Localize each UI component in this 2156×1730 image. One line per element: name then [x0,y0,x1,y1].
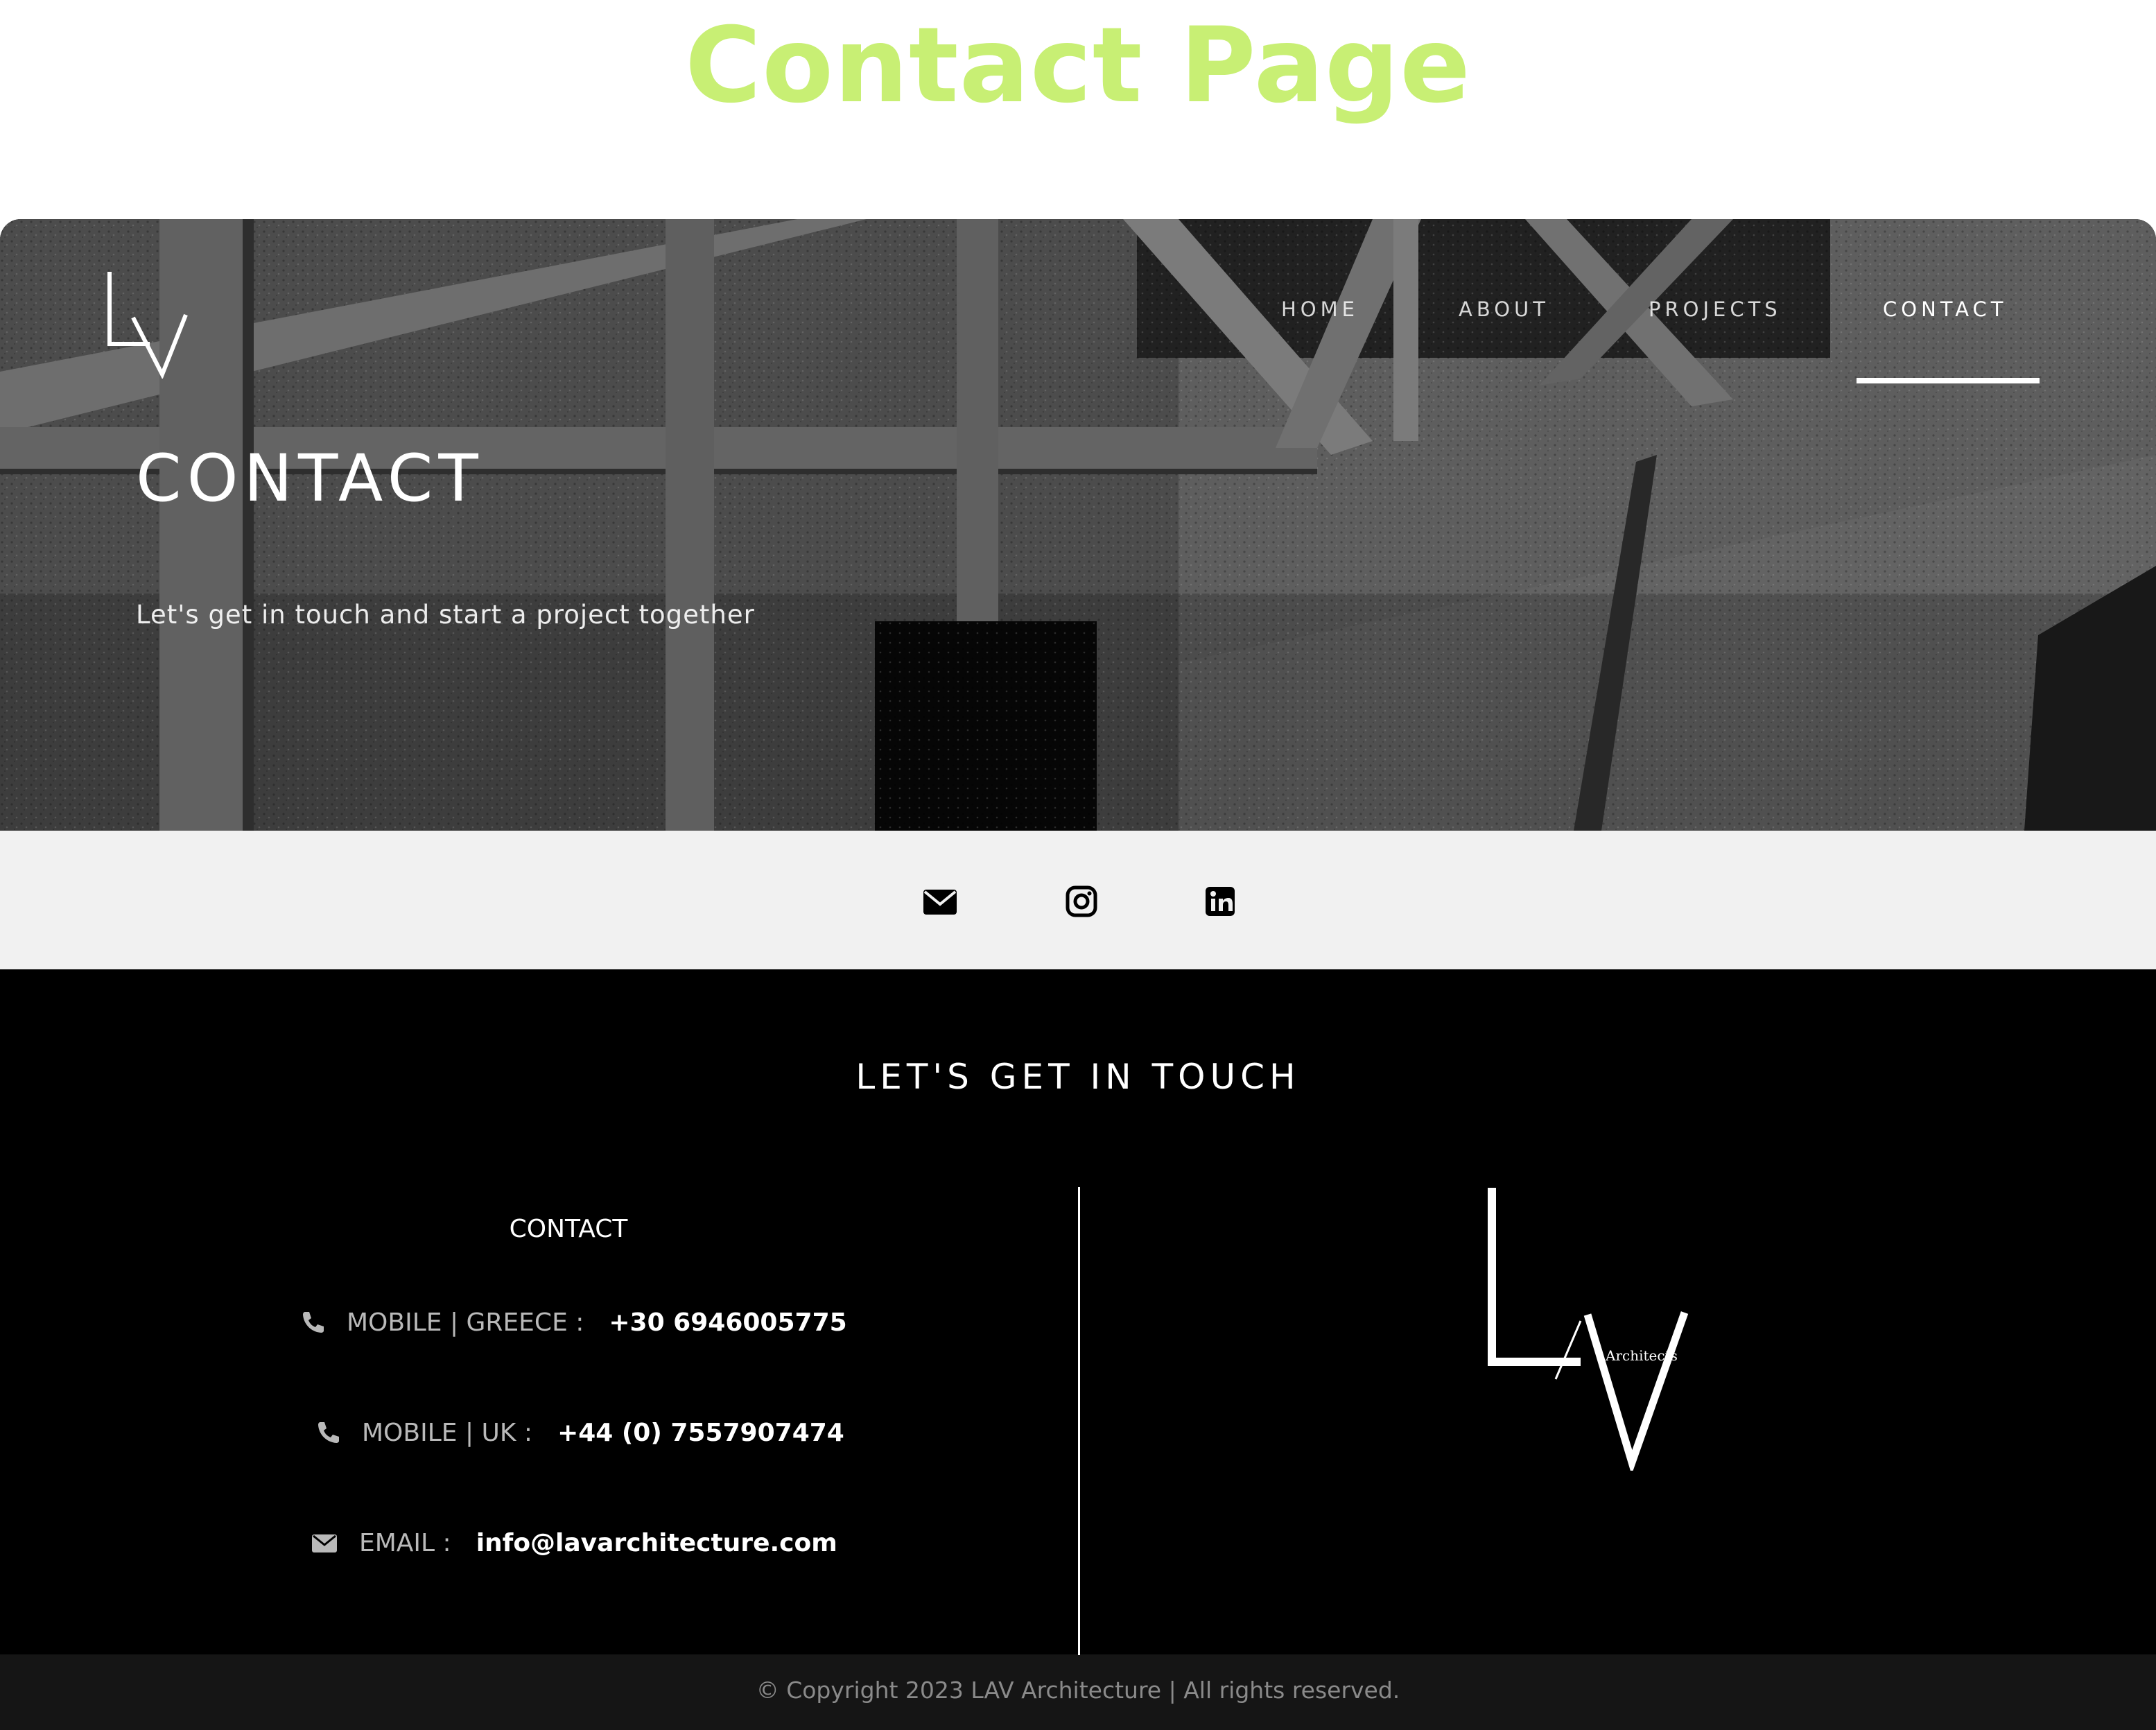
nav-about[interactable]: ABOUT [1459,295,1549,323]
phone-uk-link[interactable]: +44 (0) 7557907474 [557,1419,844,1447]
lav-logo[interactable] [104,268,194,379]
logo-subtext: Architects [1605,1347,1678,1364]
envelope-icon[interactable] [919,881,961,922]
section-heading: LET'S GET IN TOUCH [855,1057,1301,1097]
nav-active-indicator [1857,378,2040,383]
contact-label: EMAIL : [359,1528,451,1557]
contact-column-title: CONTACT [509,1215,628,1243]
phone-greece-link[interactable]: +30 6946005775 [609,1308,846,1337]
instagram-icon[interactable] [1061,881,1102,922]
contact-label: MOBILE | GREECE : [347,1308,584,1337]
contact-label: MOBILE | UK : [362,1418,533,1447]
contact-divider [1078,1187,1080,1655]
nav-home[interactable]: HOME [1281,295,1359,323]
footer: © Copyright 2023 LAV Architecture | All … [0,1654,2156,1730]
email-link[interactable]: info@lavarchitecture.com [476,1529,837,1557]
nav-contact[interactable]: CONTACT [1883,295,2008,323]
contact-row-email: EMAIL : info@lavarchitecture.com [311,1522,837,1564]
hero-background-image [0,219,2156,831]
hero-subtitle: Let's get in touch and start a project t… [136,600,755,630]
lav-architects-logo: Architects [1488,1188,1689,1471]
hero-section: HOME ABOUT PROJECTS CONTACT CONTACT Let'… [0,219,2156,831]
hero-title: CONTACT [136,441,484,517]
linkedin-icon[interactable] [1199,881,1241,922]
social-bar [0,831,2156,969]
nav-projects[interactable]: PROJECTS [1649,295,1782,323]
page-title: Contact Page [685,6,1471,126]
phone-icon [303,1312,324,1333]
copyright-text: © Copyright 2023 LAV Architecture | All … [756,1677,1400,1704]
contact-row-greece: MOBILE | GREECE : +30 6946005775 [298,1301,847,1343]
contact-row-uk: MOBILE | UK : +44 (0) 7557907474 [313,1412,844,1453]
phone-icon [318,1422,339,1443]
envelope-icon [312,1534,337,1552]
